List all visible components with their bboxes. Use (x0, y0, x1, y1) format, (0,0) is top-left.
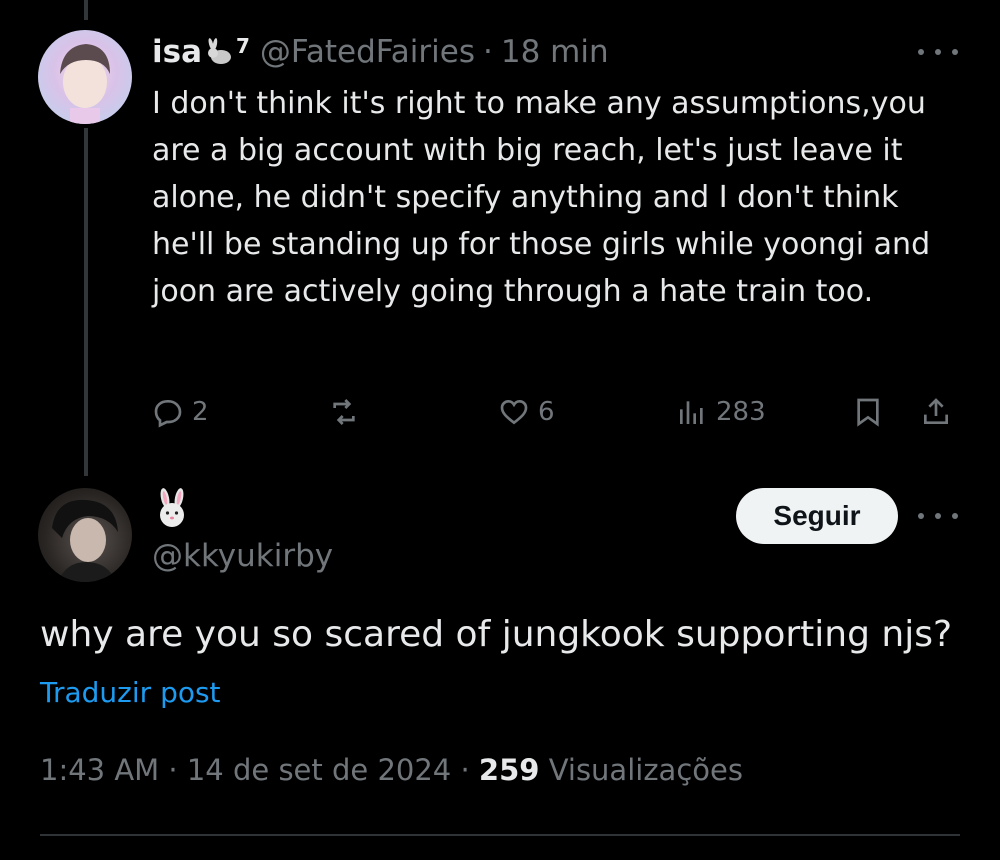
reply-icon (154, 400, 182, 428)
more-icon[interactable] (918, 506, 958, 526)
post-date[interactable]: 14 de set de 2024 (187, 753, 451, 787)
share-button[interactable] (920, 392, 960, 432)
user-handle[interactable]: @FatedFairies (260, 34, 475, 70)
follow-button[interactable]: Seguir (736, 488, 898, 544)
post-text: why are you so scared of jungkook suppor… (40, 614, 953, 655)
avatar[interactable] (38, 488, 132, 582)
reply-count: 2 (192, 397, 209, 427)
user-handle[interactable]: @kkyukirby (152, 538, 333, 574)
avatar-photo (52, 499, 118, 582)
repost-icon (333, 399, 355, 425)
heart-icon (500, 399, 528, 425)
post-time[interactable]: 18 min (501, 34, 609, 70)
thread-line (84, 128, 88, 476)
avatar-photo (60, 44, 110, 124)
translate-post-link[interactable]: Traduzir post (40, 676, 221, 709)
repost-button[interactable] (328, 392, 368, 432)
reply-text: I don't think it's right to make any ass… (152, 86, 931, 309)
bookmark-icon (857, 398, 879, 427)
post-meta: 1:43 AM · 14 de set de 2024 · 259 Visual… (40, 753, 743, 787)
views-label: Visualizações (548, 753, 743, 787)
view-count: 283 (716, 397, 766, 427)
rabbit-icon (208, 38, 231, 64)
like-button[interactable]: 6 (498, 392, 555, 432)
more-icon[interactable] (918, 42, 958, 62)
share-icon (924, 398, 948, 424)
name-suffix: 7 (236, 34, 250, 58)
divider (40, 834, 960, 836)
views-button[interactable]: 283 (676, 392, 766, 432)
separator: · (168, 753, 178, 787)
bookmark-button[interactable] (852, 392, 892, 432)
views-bar-icon (680, 401, 703, 424)
separator: · (482, 34, 493, 70)
views-count: 259 (478, 753, 540, 787)
display-name[interactable]: isa (152, 34, 202, 70)
separator: · (460, 753, 470, 787)
avatar[interactable] (38, 30, 132, 124)
post-time[interactable]: 1:43 AM (40, 753, 159, 787)
reply-button[interactable]: 2 (152, 392, 209, 432)
action-bar: 2 6 283 (152, 392, 962, 432)
thread-line-top (84, 0, 88, 20)
like-count: 6 (538, 397, 555, 427)
reply-header: isa 7 @FatedFairies · 18 min (152, 30, 609, 74)
rabbit-face-icon (160, 488, 184, 527)
